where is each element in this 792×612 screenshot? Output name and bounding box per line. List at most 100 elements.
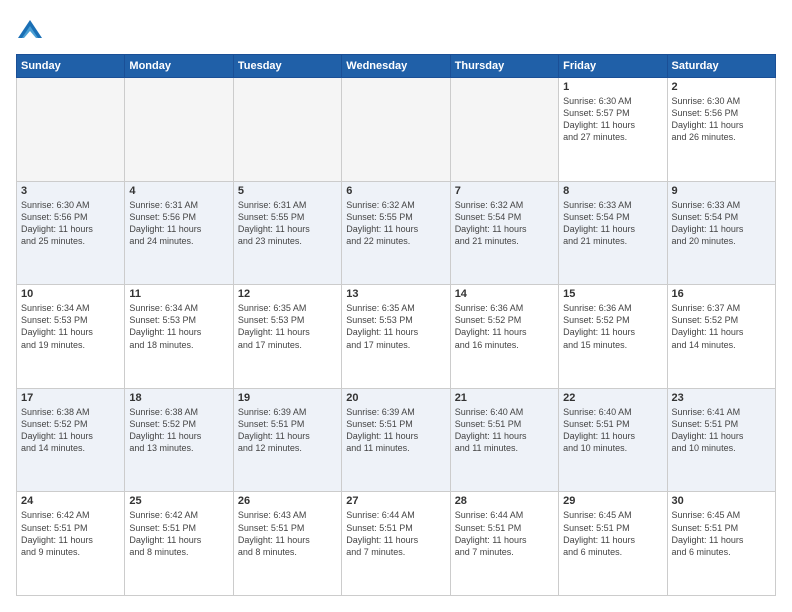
- calendar-cell: 27 Sunrise: 6:44 AM Sunset: 5:51 PM Dayli…: [342, 492, 450, 596]
- day-info: Sunrise: 6:31 AM Sunset: 5:56 PM Dayligh…: [129, 199, 228, 248]
- calendar-cell: 19 Sunrise: 6:39 AM Sunset: 5:51 PM Dayli…: [233, 388, 341, 492]
- day-info: Sunrise: 6:32 AM Sunset: 5:54 PM Dayligh…: [455, 199, 554, 248]
- day-number: 17: [21, 392, 120, 404]
- day-number: 28: [455, 495, 554, 507]
- day-info: Sunrise: 6:43 AM Sunset: 5:51 PM Dayligh…: [238, 509, 337, 558]
- calendar-cell: 1 Sunrise: 6:30 AM Sunset: 5:57 PM Daylig…: [559, 78, 667, 182]
- calendar-cell: 17Sunrise: 6:38 AM Sunset: 5:52 PM Dayli…: [17, 388, 125, 492]
- day-info: Sunrise: 6:35 AM Sunset: 5:53 PM Dayligh…: [238, 302, 337, 351]
- calendar-cell: 2 Sunrise: 6:30 AM Sunset: 5:56 PM Daylig…: [667, 78, 775, 182]
- calendar-cell: 23 Sunrise: 6:41 AM Sunset: 5:51 PM Dayli…: [667, 388, 775, 492]
- calendar-table: SundayMondayTuesdayWednesdayThursdayFrid…: [16, 54, 776, 596]
- calendar-week-row-3: 10 Sunrise: 6:34 AM Sunset: 5:53 PM Dayli…: [17, 285, 776, 389]
- day-number: 30: [672, 495, 771, 507]
- calendar-cell: 6 Sunrise: 6:32 AM Sunset: 5:55 PM Daylig…: [342, 181, 450, 285]
- day-number: 18: [129, 392, 228, 404]
- day-info: Sunrise: 6:42 AM Sunset: 5:51 PM Dayligh…: [129, 509, 228, 558]
- day-info: Sunrise: 6:45 AM Sunset: 5:51 PM Dayligh…: [563, 509, 662, 558]
- day-number: 19: [238, 392, 337, 404]
- day-number: 21: [455, 392, 554, 404]
- day-number: 27: [346, 495, 445, 507]
- calendar-cell: 11 Sunrise: 6:34 AM Sunset: 5:53 PM Dayli…: [125, 285, 233, 389]
- day-number: 1: [563, 81, 662, 93]
- day-number: 23: [672, 392, 771, 404]
- day-number: 7: [455, 185, 554, 197]
- day-number: 13: [346, 288, 445, 300]
- day-info: Sunrise: 6:34 AM Sunset: 5:53 PM Dayligh…: [21, 302, 120, 351]
- calendar-cell: 25 Sunrise: 6:42 AM Sunset: 5:51 PM Dayli…: [125, 492, 233, 596]
- day-number: 2: [672, 81, 771, 93]
- day-info: Sunrise: 6:30 AM Sunset: 5:56 PM Dayligh…: [21, 199, 120, 248]
- calendar-week-row-2: 3 Sunrise: 6:30 AM Sunset: 5:56 PM Daylig…: [17, 181, 776, 285]
- calendar-cell: 7 Sunrise: 6:32 AM Sunset: 5:54 PM Daylig…: [450, 181, 558, 285]
- day-number: 15: [563, 288, 662, 300]
- calendar-cell: [125, 78, 233, 182]
- calendar-cell: 3 Sunrise: 6:30 AM Sunset: 5:56 PM Daylig…: [17, 181, 125, 285]
- calendar-cell: 14 Sunrise: 6:36 AM Sunset: 5:52 PM Dayli…: [450, 285, 558, 389]
- calendar-cell: 16Sunrise: 6:37 AM Sunset: 5:52 PM Dayli…: [667, 285, 775, 389]
- day-number: 14: [455, 288, 554, 300]
- day-number: 10: [21, 288, 120, 300]
- day-number: 16: [672, 288, 771, 300]
- calendar-week-row-5: 24Sunrise: 6:42 AM Sunset: 5:51 PM Dayli…: [17, 492, 776, 596]
- calendar-cell: [342, 78, 450, 182]
- day-number: 22: [563, 392, 662, 404]
- day-info: Sunrise: 6:38 AM Sunset: 5:52 PM Dayligh…: [129, 406, 228, 455]
- day-number: 11: [129, 288, 228, 300]
- calendar-header-row: SundayMondayTuesdayWednesdayThursdayFrid…: [17, 55, 776, 78]
- calendar-cell: 26 Sunrise: 6:43 AM Sunset: 5:51 PM Dayli…: [233, 492, 341, 596]
- calendar-cell: 22 Sunrise: 6:40 AM Sunset: 5:51 PM Dayli…: [559, 388, 667, 492]
- day-info: Sunrise: 6:44 AM Sunset: 5:51 PM Dayligh…: [455, 509, 554, 558]
- calendar-week-row-4: 17 Sunrise: 6:38 AM Sunset: 5:52 PM Dayli…: [17, 388, 776, 492]
- logo: [16, 16, 48, 44]
- calendar-cell: [17, 78, 125, 182]
- header: [16, 16, 776, 44]
- day-info: Sunrise: 6:40 AM Sunset: 5:51 PM Dayligh…: [563, 406, 662, 455]
- day-info: Sunrise: 6:33 AM Sunset: 5:54 PM Dayligh…: [672, 199, 771, 248]
- day-number: 29: [563, 495, 662, 507]
- day-info: Sunrise: 6:33 AM Sunset: 5:54 PM Dayligh…: [563, 199, 662, 248]
- calendar-cell: 4 Sunrise: 6:31 AM Sunset: 5:56 PM Daylig…: [125, 181, 233, 285]
- day-number: 6: [346, 185, 445, 197]
- calendar-cell: 13 Sunrise: 6:35 AM Sunset: 5:53 PM Dayli…: [342, 285, 450, 389]
- calendar-header-sunday: Sunday: [17, 55, 125, 78]
- calendar-header-saturday: Saturday: [667, 55, 775, 78]
- calendar-cell: 12Sunrise: 6:35 AM Sunset: 5:53 PM Dayli…: [233, 285, 341, 389]
- calendar-cell: 30 Sunrise: 6:45 AM Sunset: 5:51 PM Dayli…: [667, 492, 775, 596]
- day-number: 25: [129, 495, 228, 507]
- day-info: Sunrise: 6:30 AM Sunset: 5:56 PM Dayligh…: [672, 95, 771, 144]
- day-info: Sunrise: 6:36 AM Sunset: 5:52 PM Dayligh…: [455, 302, 554, 351]
- day-info: Sunrise: 6:30 AM Sunset: 5:57 PM Dayligh…: [563, 95, 662, 144]
- day-info: Sunrise: 6:35 AM Sunset: 5:53 PM Dayligh…: [346, 302, 445, 351]
- calendar-week-row-1: 1 Sunrise: 6:30 AM Sunset: 5:57 PM Daylig…: [17, 78, 776, 182]
- day-number: 26: [238, 495, 337, 507]
- day-info: Sunrise: 6:39 AM Sunset: 5:51 PM Dayligh…: [238, 406, 337, 455]
- day-info: Sunrise: 6:41 AM Sunset: 5:51 PM Dayligh…: [672, 406, 771, 455]
- day-info: Sunrise: 6:34 AM Sunset: 5:53 PM Dayligh…: [129, 302, 228, 351]
- day-info: Sunrise: 6:44 AM Sunset: 5:51 PM Dayligh…: [346, 509, 445, 558]
- calendar-cell: 28 Sunrise: 6:44 AM Sunset: 5:51 PM Dayli…: [450, 492, 558, 596]
- calendar-header-monday: Monday: [125, 55, 233, 78]
- calendar-cell: 15 Sunrise: 6:36 AM Sunset: 5:52 PM Dayli…: [559, 285, 667, 389]
- day-number: 9: [672, 185, 771, 197]
- day-info: Sunrise: 6:39 AM Sunset: 5:51 PM Dayligh…: [346, 406, 445, 455]
- calendar-cell: 9 Sunrise: 6:33 AM Sunset: 5:54 PM Daylig…: [667, 181, 775, 285]
- day-number: 3: [21, 185, 120, 197]
- page: SundayMondayTuesdayWednesdayThursdayFrid…: [0, 0, 792, 612]
- logo-icon: [16, 16, 44, 44]
- day-info: Sunrise: 6:31 AM Sunset: 5:55 PM Dayligh…: [238, 199, 337, 248]
- day-info: Sunrise: 6:32 AM Sunset: 5:55 PM Dayligh…: [346, 199, 445, 248]
- day-number: 4: [129, 185, 228, 197]
- calendar-cell: 21 Sunrise: 6:40 AM Sunset: 5:51 PM Dayli…: [450, 388, 558, 492]
- calendar-header-wednesday: Wednesday: [342, 55, 450, 78]
- day-info: Sunrise: 6:40 AM Sunset: 5:51 PM Dayligh…: [455, 406, 554, 455]
- calendar-cell: 18 Sunrise: 6:38 AM Sunset: 5:52 PM Dayli…: [125, 388, 233, 492]
- calendar-cell: 29 Sunrise: 6:45 AM Sunset: 5:51 PM Dayli…: [559, 492, 667, 596]
- day-info: Sunrise: 6:36 AM Sunset: 5:52 PM Dayligh…: [563, 302, 662, 351]
- day-info: Sunrise: 6:45 AM Sunset: 5:51 PM Dayligh…: [672, 509, 771, 558]
- day-number: 5: [238, 185, 337, 197]
- calendar-cell: 24Sunrise: 6:42 AM Sunset: 5:51 PM Dayli…: [17, 492, 125, 596]
- calendar-cell: 5 Sunrise: 6:31 AM Sunset: 5:55 PM Daylig…: [233, 181, 341, 285]
- calendar-cell: 10 Sunrise: 6:34 AM Sunset: 5:53 PM Dayli…: [17, 285, 125, 389]
- calendar-header-friday: Friday: [559, 55, 667, 78]
